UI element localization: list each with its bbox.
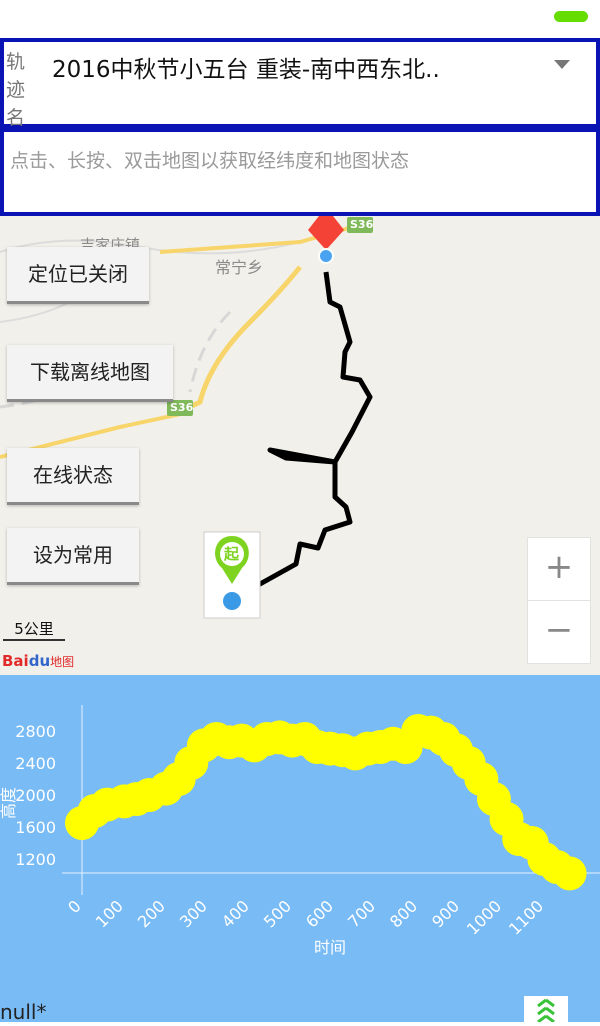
scale-bar: 5公里 bbox=[3, 618, 65, 641]
logo-text: 地图 bbox=[50, 655, 75, 669]
set-favorite-button[interactable]: 设为常用 bbox=[7, 528, 139, 585]
x-tick-label: 500 bbox=[260, 896, 295, 931]
town-label: 常宁乡 bbox=[215, 258, 264, 277]
x-tick-label: 1000 bbox=[463, 896, 505, 938]
y-tick-label: 2400 bbox=[15, 754, 56, 773]
x-tick-label: 200 bbox=[134, 896, 169, 931]
y-axis-label: 高度 bbox=[0, 787, 18, 819]
x-tick-label: 600 bbox=[302, 896, 337, 931]
x-tick-label: 400 bbox=[218, 896, 253, 931]
battery-icon bbox=[554, 11, 588, 22]
logo-text: du bbox=[28, 652, 51, 670]
zoom-in-button[interactable]: + bbox=[527, 537, 591, 601]
map-info-box: 点击、长按、双击地图以获取经纬度和地图状态 bbox=[0, 128, 600, 216]
data-point bbox=[552, 856, 587, 891]
track-selector[interactable]: 轨迹名 2016中秋节小五台 重装-南中西东北.. bbox=[0, 38, 600, 129]
logo-text: Bai bbox=[2, 652, 29, 670]
chart-canvas: 1200 1600 2000 2400 2800 0 100 200 300 400 500 600… bbox=[0, 705, 600, 957]
zoom-out-button[interactable]: − bbox=[527, 600, 591, 664]
locate-button[interactable]: 定位已关闭 bbox=[7, 247, 149, 304]
x-tick-label: 700 bbox=[344, 896, 379, 931]
y-tick-label: 1600 bbox=[15, 818, 56, 837]
x-tick-label: 1100 bbox=[505, 896, 547, 938]
y-tick-label: 1200 bbox=[15, 850, 56, 869]
baidu-logo: Baidu地图 bbox=[2, 652, 74, 670]
scroll-up-icon[interactable] bbox=[524, 996, 568, 1024]
status-bar bbox=[0, 0, 600, 36]
dropdown-arrow-icon[interactable] bbox=[554, 60, 570, 69]
download-offline-map-button[interactable]: 下载离线地图 bbox=[7, 345, 173, 402]
x-tick-label: 100 bbox=[92, 896, 127, 931]
info-placeholder: 点击、长按、双击地图以获取经纬度和地图状态 bbox=[10, 150, 410, 172]
track-label: 轨迹名 bbox=[6, 51, 26, 129]
x-tick-label: 800 bbox=[386, 896, 421, 931]
x-tick-label: 0 bbox=[64, 896, 85, 917]
road-label: S36 bbox=[170, 401, 194, 414]
track-value[interactable]: 2016中秋节小五台 重装-南中西东北.. bbox=[52, 50, 440, 84]
y-tick-label: 2800 bbox=[15, 722, 56, 741]
x-tick-label: 300 bbox=[176, 896, 211, 931]
start-marker-label: 起 bbox=[224, 545, 240, 563]
road-label: S36 bbox=[350, 218, 374, 231]
x-tick-label: 900 bbox=[428, 896, 463, 931]
status-text: null* bbox=[0, 1000, 47, 1024]
road bbox=[178, 265, 302, 415]
x-axis-label: 时间 bbox=[314, 938, 346, 957]
online-status-button[interactable]: 在线状态 bbox=[7, 448, 139, 505]
y-tick-label: 2000 bbox=[15, 786, 56, 805]
map-view[interactable]: 吉家庄镇 常宁乡 S36 S36 起 定位已关闭 下载离线地图 在线状态 设为常… bbox=[0, 212, 600, 675]
elevation-chart: 1200 1600 2000 2400 2800 0 100 200 300 400 500 600… bbox=[0, 675, 600, 1022]
